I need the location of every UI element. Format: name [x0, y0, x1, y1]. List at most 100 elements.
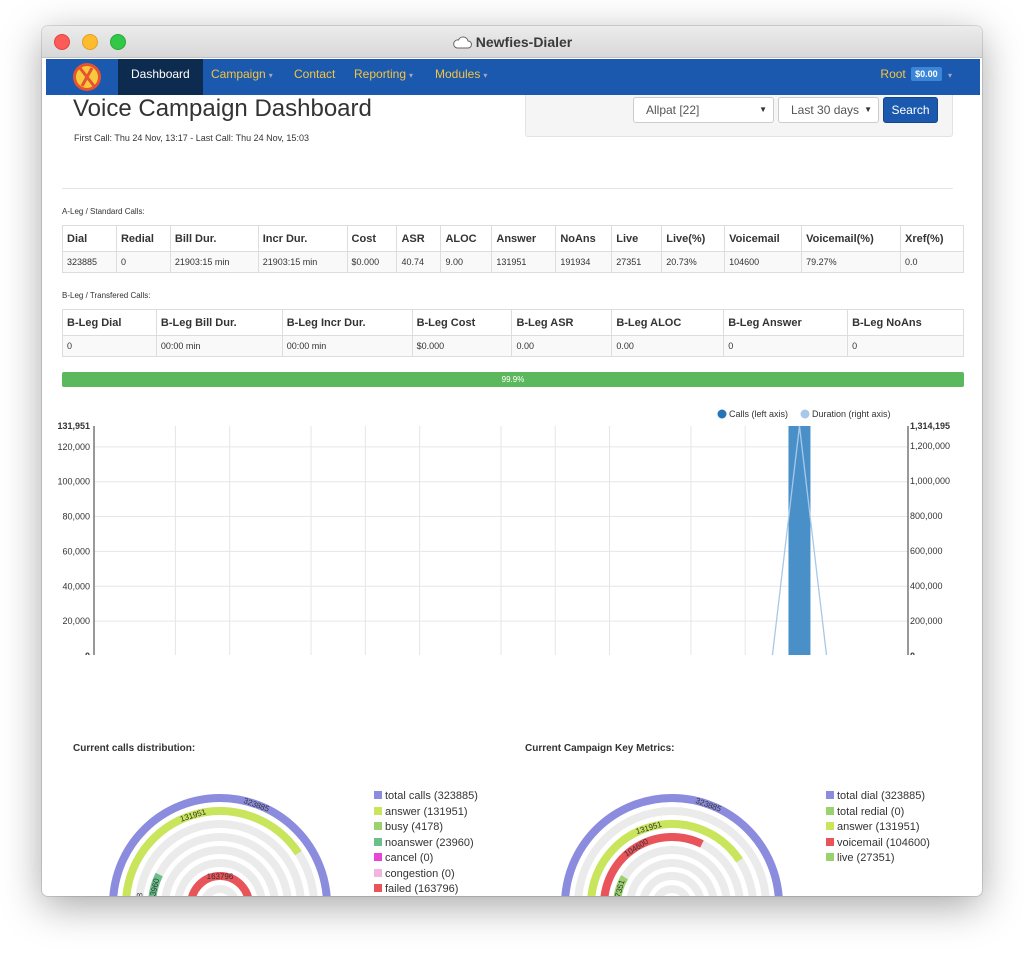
y-right-tick-label: 800,000 — [910, 511, 943, 521]
ring-track — [626, 859, 718, 896]
ring-value-label: 323885 — [242, 796, 271, 814]
y-right-tick-label: 1,000,000 — [910, 476, 950, 486]
legend-swatch — [826, 791, 834, 799]
main-content: Voice Campaign Dashboard First Call: Thu… — [46, 95, 980, 896]
ring-arc-answer-131951 — [122, 807, 302, 896]
ring-track — [654, 885, 690, 896]
ring-track — [202, 885, 238, 896]
user-name: Root — [880, 67, 906, 81]
legend-calls-label: Calls (left axis) — [729, 409, 788, 419]
nav-reporting[interactable]: Reporting ▾ — [354, 59, 413, 95]
legend-swatch — [826, 853, 834, 861]
chevron-down-icon: ▾ — [268, 71, 273, 80]
ring-value-label: 27351 — [612, 878, 627, 896]
calls-duration-chart: 20,000 40,000 60,000 80,000 100,000 120,000 20… — [57, 409, 950, 655]
chevron-down-icon: ▾ — [483, 71, 488, 80]
ring-value-label: 323885 — [694, 796, 723, 814]
legend-label: live (27351) — [837, 852, 895, 864]
ring-track — [561, 794, 783, 896]
distribution-legend: total calls (323885) answer (131951) busy … — [374, 789, 478, 896]
ring-track — [109, 794, 331, 896]
legend-label: noanswer (23960) — [385, 836, 474, 849]
ring-arc-noanswer-23960 — [148, 872, 163, 896]
user-menu[interactable]: Root $0.00 ▾ — [880, 59, 952, 91]
y-right-tick-label: 200,000 — [910, 616, 943, 626]
ring-value-label: 104600 — [623, 837, 651, 859]
y-left-tick-label: 120,000 — [57, 442, 90, 452]
ring-value-label: 131951 — [179, 807, 208, 823]
y-right-tick-label: 400,000 — [910, 581, 943, 591]
ring-track — [613, 846, 731, 896]
nav-campaign[interactable]: Campaign ▾ — [211, 59, 273, 95]
legend-label: total calls (323885) — [385, 790, 478, 802]
window-title: Newfies-Dialer — [42, 34, 982, 50]
legend-item-failed[interactable]: failed (163796) — [374, 882, 478, 896]
ring-track — [174, 859, 266, 896]
legend-label: busy (4178) — [385, 821, 444, 833]
legend-item-cancel[interactable]: cancel (0) — [374, 851, 478, 867]
y-left-tick-label: 20,000 — [62, 616, 90, 626]
legend-item-total-dial[interactable]: total dial (323885) — [826, 789, 930, 805]
legend-item-busy[interactable]: busy (4178) — [374, 820, 478, 836]
ring-value-label: 23960 — [147, 877, 161, 896]
y-left-max-label: 131,951 — [57, 421, 90, 431]
legend-item-voicemail[interactable]: voicemail (104600) — [826, 836, 930, 852]
ring-track — [188, 872, 252, 896]
legend-item-total-redial[interactable]: total redial (0) — [826, 805, 930, 821]
nav-label: Contact — [294, 67, 336, 81]
legend-swatch — [374, 868, 382, 877]
ring-track — [122, 807, 318, 896]
legend-item-answer[interactable]: answer (131951) — [826, 820, 930, 836]
y-left-tick-label: 40,000 — [62, 581, 90, 591]
legend-duration-marker — [800, 409, 810, 419]
ring-arc-total-calls-323885 — [109, 794, 331, 896]
legend-calls-marker — [717, 409, 727, 419]
legend-label: answer (131951) — [837, 821, 920, 833]
nav-label: Modules — [435, 67, 481, 81]
balance-badge: $0.00 — [911, 67, 942, 81]
legend-item-live[interactable]: live (27351) — [826, 851, 930, 867]
metrics-legend: total dial (323885) total redial (0) answe… — [826, 789, 930, 867]
y-right-max-label: 1,314,195 — [910, 421, 950, 431]
nav-contact[interactable]: Contact — [294, 59, 335, 95]
legend-item-congestion[interactable]: congestion (0) — [374, 867, 478, 883]
legend-swatch — [826, 806, 834, 815]
legend-item-total-calls[interactable]: total calls (323885) — [374, 789, 478, 805]
legend-label: answer (131951) — [385, 805, 468, 818]
legend-swatch — [374, 884, 382, 892]
y-right-tick-label: 1,200,000 — [910, 441, 950, 451]
legend-label: total dial (323885) — [837, 790, 926, 802]
ring-track — [574, 807, 770, 896]
legend-swatch — [826, 822, 834, 830]
y-right-min-label: 0 — [910, 651, 915, 655]
ring-value-label: 163796 — [207, 872, 234, 881]
metrics-title: Current Campaign Key Metrics: — [525, 743, 675, 754]
newfies-logo-icon[interactable] — [72, 62, 102, 92]
chevron-down-icon: ▾ — [947, 71, 952, 80]
y-left-tick-label: 80,000 — [62, 512, 90, 522]
ring-arc-voicemail-104600 — [600, 833, 704, 896]
cloud-icon — [453, 36, 472, 49]
legend-label: cancel (0) — [385, 852, 434, 864]
ring-track — [135, 820, 305, 896]
ring-value-label: 4178 — [135, 892, 145, 896]
legend-swatch — [374, 806, 382, 815]
legend-swatch — [374, 837, 382, 846]
app-window: Newfies-Dialer Dashboard Campaign ▾ Contact… — [42, 26, 982, 896]
legend-item-noanswer[interactable]: noanswer (23960) — [374, 836, 478, 852]
legend-swatch — [826, 837, 834, 846]
y-left-tick-label: 100,000 — [57, 477, 90, 487]
nav-dashboard[interactable]: Dashboard — [118, 59, 203, 95]
nav-modules[interactable]: Modules ▾ — [435, 59, 487, 95]
calls-bar — [788, 426, 811, 655]
ring-track — [587, 820, 757, 896]
chevron-down-icon: ▾ — [409, 71, 414, 80]
distribution-title: Current calls distribution: — [73, 743, 196, 754]
ring-arc-answer-131951 — [587, 820, 743, 896]
nav-label: Reporting — [354, 67, 407, 81]
top-navbar: Dashboard Campaign ▾ Contact Reporting ▾ Modul… — [46, 59, 980, 95]
legend-label: failed (163796) — [385, 883, 459, 895]
legend-label: congestion (0) — [385, 867, 455, 880]
nav-label: Campaign — [211, 67, 266, 81]
legend-item-answer[interactable]: answer (131951) — [374, 805, 478, 821]
